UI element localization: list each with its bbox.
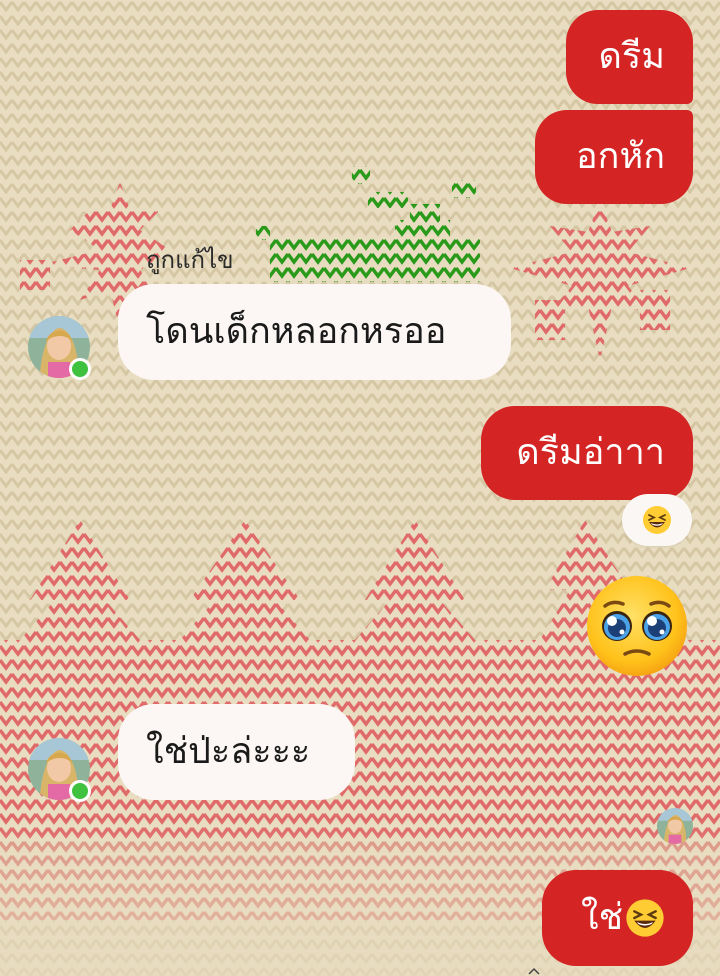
read-receipt-avatar [657, 808, 693, 844]
edited-label: ถูกแก้ไข [146, 246, 234, 274]
outgoing-message[interactable]: อกหัก [535, 110, 693, 204]
scroll-indicator-icon [528, 967, 540, 975]
incoming-message[interactable]: โดนเด็กหลอกหรออ [118, 284, 511, 380]
contact-avatar[interactable] [28, 738, 91, 802]
outgoing-message[interactable]: ดรีมอ่าาา [481, 406, 693, 500]
message-text: อกหัก [576, 136, 665, 177]
online-status-dot [69, 780, 91, 802]
incoming-message[interactable]: ใช่ป่ะล่ะะะ [118, 704, 355, 800]
grinning-squinting-face-icon [643, 506, 671, 534]
outgoing-message[interactable]: ใช่ [542, 870, 693, 966]
message-text: ใช่ป่ะล่ะะะ [146, 731, 311, 772]
message-text: ดรีม [598, 36, 665, 77]
message-text: โดนเด็กหลอกหรออ [146, 311, 447, 352]
contact-avatar[interactable] [28, 316, 91, 380]
pleading-face-emoji-icon[interactable] [585, 574, 689, 678]
avatar-image [657, 808, 693, 844]
message-text: ใช่ [580, 897, 623, 938]
outgoing-message[interactable]: ดรีม [566, 10, 693, 104]
online-status-dot [69, 358, 91, 380]
message-reaction[interactable] [622, 494, 692, 546]
message-text: ดรีมอ่าาา [516, 432, 665, 473]
grinning-squinting-face-icon [626, 899, 664, 937]
chat-thread: ดรีม อกหัก ถูกแก้ไข โดนเด็กหลอกหรออ ดรีม… [0, 0, 720, 976]
